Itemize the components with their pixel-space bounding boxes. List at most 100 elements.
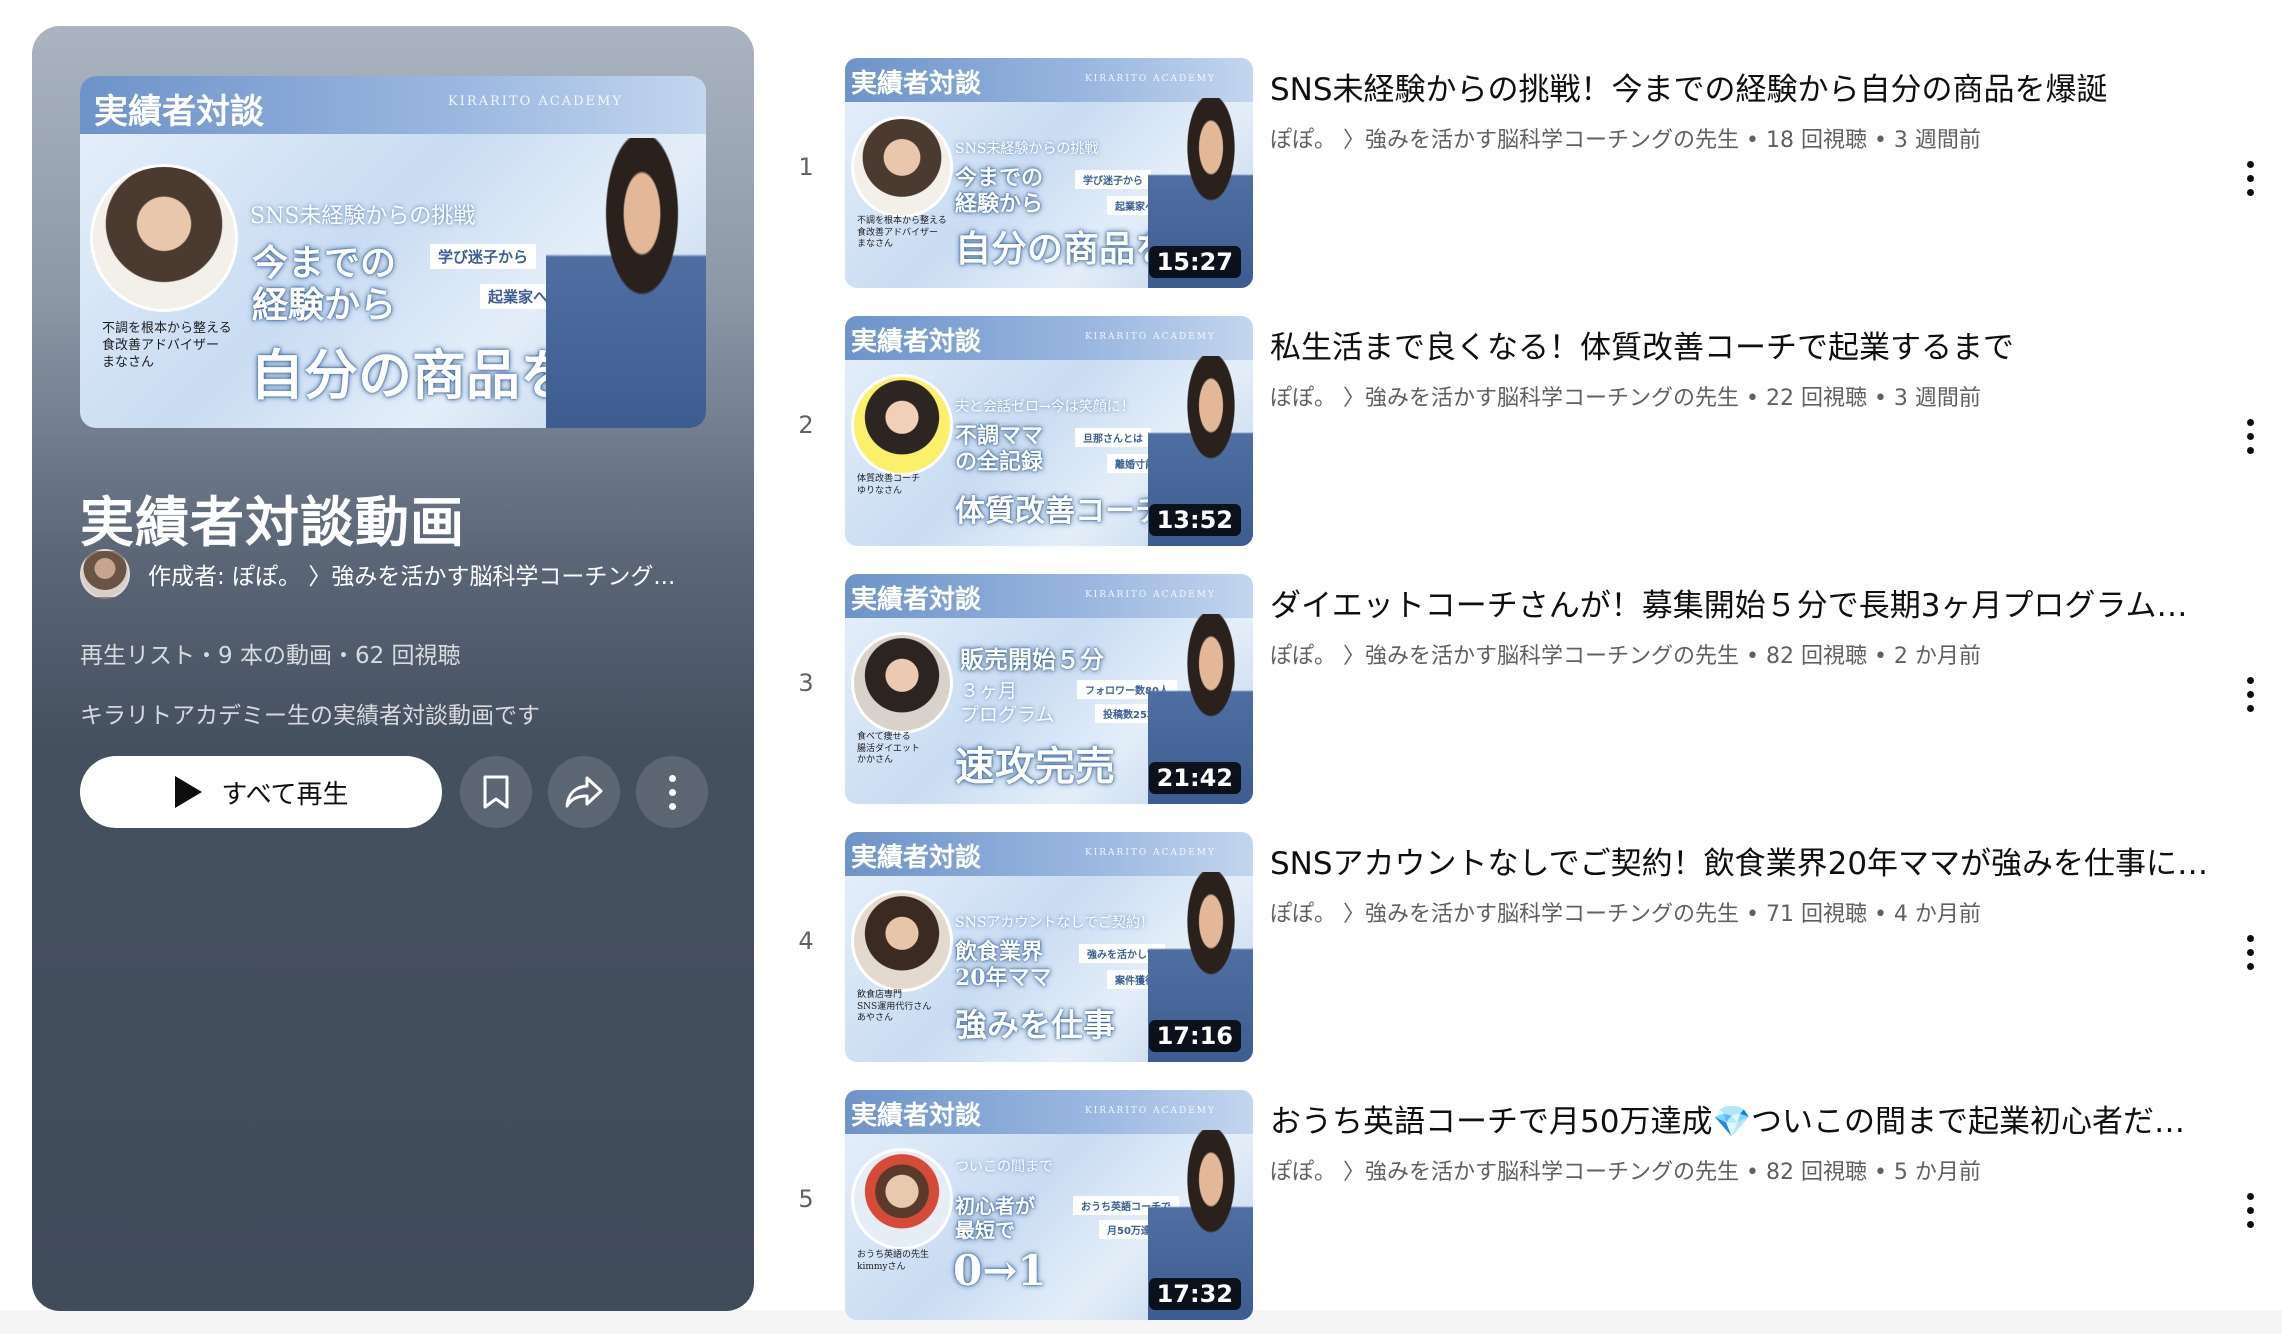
guest-photo (851, 1148, 953, 1250)
guest-name: 食べて痩せる 腸活ダイエット かかさん (857, 732, 920, 766)
more-vert-icon (2246, 934, 2254, 970)
thumb-line-1: SNS未経験からの挑戦 (250, 204, 476, 229)
thumb-line-3: プログラム (960, 704, 1055, 726)
video-index: 5 (798, 1185, 814, 1213)
video-meta: ぽぽ。 〉強みを活かす脳科学コーチングの先生 • 71 回視聴 • 4 か月前 (1270, 902, 1981, 927)
thumb-academy-text: KIRARITO ACADEMY (1085, 590, 1216, 600)
thumb-line-3: 20年ママ (955, 965, 1052, 991)
thumb-banner-text: 実績者対談 (851, 843, 982, 873)
thumb-banner-text: 実績者対談 (851, 69, 982, 99)
video-thumbnail[interactable]: 実績者対談 KIRARITO ACADEMY 飲食店専門 SNS運用代行さん あ… (845, 832, 1253, 1062)
creator-name[interactable]: 作成者: ぽぽ。 〉強みを活かす脳科学コーチング... (148, 557, 708, 591)
creator-avatar[interactable] (80, 549, 130, 599)
thumb-line-3: 経験から (955, 191, 1044, 217)
guest-name: おうち英語の先生 kimmyさん (857, 1250, 930, 1272)
thumb-line-1: 夫と会話ゼロ→今は笑顔に！ (955, 399, 1135, 415)
coach-photo (546, 138, 706, 428)
guest-name: 飲食店専門 SNS運用代行さん あやさん (857, 990, 932, 1024)
video-title[interactable]: おうち英語コーチで月50万達成💎ついこの間まで起業初心者だったから分かる！ (1270, 1096, 2210, 1141)
playlist-video-item[interactable]: 4 実績者対談 KIRARITO ACADEMY 飲食店専門 SNS運用代行さん… (780, 832, 2260, 1072)
playlist-video-item[interactable]: 5 実績者対談 KIRARITO ACADEMY おうち英語の先生 kimmyさ… (780, 1090, 2260, 1330)
video-thumbnail[interactable]: 実績者対談 KIRARITO ACADEMY 食べて痩せる 腸活ダイエット かか… (845, 574, 1253, 804)
video-duration: 21:42 (1148, 762, 1241, 794)
thumb-academy-text: KIRARITO ACADEMY (1085, 1106, 1216, 1116)
playlist-header-panel: 実績者対談 KIRARITO ACADEMY 不調を根本から整える 食改善アドバ… (32, 26, 754, 1311)
playlist-description: キラリトアカデミー生の実績者対談動画です (80, 703, 540, 729)
thumb-line-3: の全記録 (955, 449, 1044, 475)
video-more-button[interactable] (2226, 1180, 2274, 1240)
thumb-line-3: 最短で (955, 1218, 1015, 1242)
video-more-button[interactable] (2226, 406, 2274, 466)
video-thumbnail[interactable]: 実績者対談 KIRARITO ACADEMY おうち英語の先生 kimmyさん … (845, 1090, 1253, 1320)
guest-photo (851, 374, 953, 476)
more-vert-icon (2246, 676, 2254, 712)
thumb-tag-1: 旦那さんとは (1075, 428, 1151, 447)
playlist-video-item[interactable]: 2 実績者対談 KIRARITO ACADEMY 体質改善コーチ ゆりなさん 夫… (780, 316, 2260, 556)
playlist-video-item[interactable]: 1 実績者対談 KIRARITO ACADEMY 不調を根本から整える 食改善ア… (780, 58, 2260, 298)
video-meta: ぽぽ。 〉強みを活かす脳科学コーチングの先生 • 82 回視聴 • 2 か月前 (1270, 644, 1981, 669)
video-index: 2 (798, 411, 814, 439)
thumb-academy-text: KIRARITO ACADEMY (1085, 848, 1216, 858)
video-title[interactable]: ダイエットコーチさんが！募集開始５分で長期3ヶ月プログラム速攻完売 (1270, 580, 2210, 625)
thumb-headline: 強みを仕事 (955, 1006, 1116, 1044)
play-icon (175, 776, 203, 808)
thumb-banner-text: 実績者対談 (851, 327, 982, 357)
video-more-button[interactable] (2226, 664, 2274, 724)
video-duration: 15:27 (1148, 246, 1241, 278)
guest-photo (851, 632, 953, 734)
thumb-academy-text: KIRARITO ACADEMY (448, 94, 623, 109)
thumb-line-3: 経験から (252, 284, 397, 326)
playlist-title: 実績者対談動画 (80, 491, 465, 554)
thumb-line-1: ついこの間まで (955, 1159, 1053, 1175)
thumb-banner-text: 実績者対談 (851, 585, 982, 615)
more-vert-icon (668, 774, 676, 810)
guest-photo (851, 116, 953, 218)
thumb-line-1: 販売開始５分 (960, 645, 1104, 674)
thumb-tag-1: 学び迷子から (430, 244, 537, 269)
thumb-banner-text: 実績者対談 (851, 1101, 982, 1131)
video-meta: ぽぽ。 〉強みを活かす脳科学コーチングの先生 • 22 回視聴 • 3 週間前 (1270, 386, 1981, 411)
thumb-line-1: SNSアカウントなしでご契約！ (955, 915, 1155, 931)
video-more-button[interactable] (2226, 922, 2274, 982)
playlist-hero-thumbnail[interactable]: 実績者対談 KIRARITO ACADEMY 不調を根本から整える 食改善アドバ… (80, 76, 706, 428)
thumb-academy-text: KIRARITO ACADEMY (1085, 332, 1216, 342)
playlist-more-button[interactable] (636, 756, 708, 828)
thumb-academy-text: KIRARITO ACADEMY (1085, 74, 1216, 84)
video-title[interactable]: SNSアカウントなしでご契約！飲食業界20年ママが強みを仕事に変えるまで (1270, 838, 2210, 883)
guest-name: 不調を根本から整える 食改善アドバイザー まなさん (102, 321, 232, 370)
video-duration: 17:32 (1148, 1278, 1241, 1310)
thumb-headline: 速攻完売 (955, 743, 1115, 790)
playlist-meta: 再生リスト・9 本の動画・62 回視聴 (80, 643, 461, 669)
play-all-button[interactable]: すべて再生 (80, 756, 442, 828)
playlist-video-item[interactable]: 3 実績者対談 KIRARITO ACADEMY 食べて痩せる 腸活ダイエット … (780, 574, 2260, 814)
bookmark-icon (483, 775, 509, 809)
video-duration: 17:16 (1148, 1020, 1241, 1052)
video-title[interactable]: 私生活まで良くなる！体質改善コーチで起業するまで (1270, 322, 2210, 367)
more-vert-icon (2246, 418, 2254, 454)
share-icon (565, 776, 603, 808)
video-more-button[interactable] (2226, 148, 2274, 208)
guest-name: 不調を根本から整える 食改善アドバイザー まなさん (857, 216, 947, 250)
video-thumbnail[interactable]: 実績者対談 KIRARITO ACADEMY 不調を根本から整える 食改善アドバ… (845, 58, 1253, 288)
video-index: 3 (798, 669, 814, 697)
video-thumbnail[interactable]: 実績者対談 KIRARITO ACADEMY 体質改善コーチ ゆりなさん 夫と会… (845, 316, 1253, 546)
play-all-label: すべて再生 (221, 779, 349, 810)
guest-photo (90, 164, 238, 312)
video-index: 4 (798, 927, 814, 955)
thumb-line-2: ３ヶ月 (960, 680, 1018, 702)
thumb-tag-1: 学び迷子から (1075, 170, 1151, 189)
save-playlist-button[interactable] (460, 756, 532, 828)
thumb-banner-text: 実績者対談 (94, 92, 264, 132)
video-meta: ぽぽ。 〉強みを活かす脳科学コーチングの先生 • 82 回視聴 • 5 か月前 (1270, 1160, 1981, 1185)
video-title[interactable]: SNS未経験からの挑戦！今までの経験から自分の商品を爆誕 (1270, 64, 2210, 109)
thumb-headline: 体質改善コーチ (955, 494, 1165, 529)
playlist-creator[interactable]: 作成者: ぽぽ。 〉強みを活かす脳科学コーチング... (80, 549, 708, 599)
more-vert-icon (2246, 1192, 2254, 1228)
thumb-headline: 0→1 (953, 1246, 1047, 1295)
video-meta: ぽぽ。 〉強みを活かす脳科学コーチングの先生 • 18 回視聴 • 3 週間前 (1270, 128, 1981, 153)
video-index: 1 (798, 153, 814, 181)
guest-name: 体質改善コーチ ゆりなさん (857, 474, 921, 496)
thumb-line-1: SNS未経験からの挑戦 (955, 141, 1099, 157)
video-duration: 13:52 (1148, 504, 1241, 536)
share-playlist-button[interactable] (548, 756, 620, 828)
